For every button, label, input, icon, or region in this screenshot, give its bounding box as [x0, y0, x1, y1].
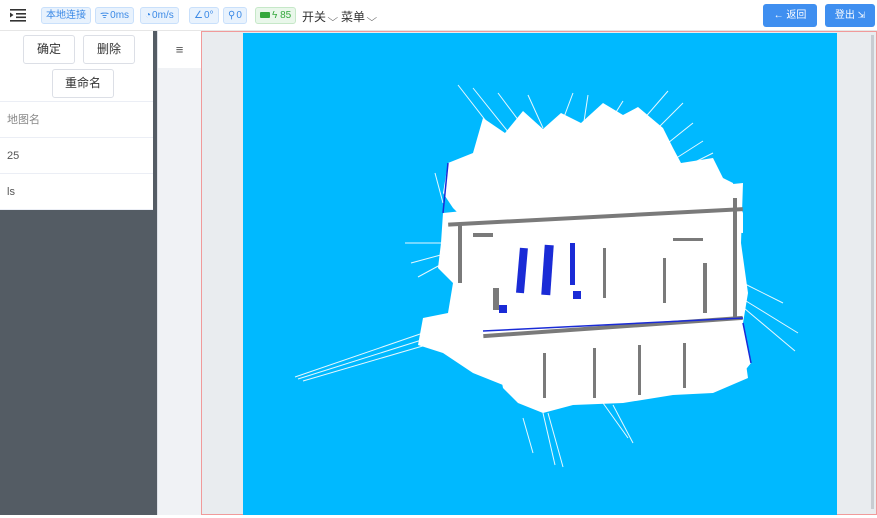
chevron-down-icon: ⌵ — [327, 13, 339, 24]
delete-button[interactable]: 删除 — [83, 35, 135, 64]
location-pin-icon: ⚲ — [228, 10, 236, 21]
panel-splitter: ≡ — [157, 31, 201, 515]
table-row[interactable]: ls — [0, 174, 153, 210]
chevron-down-icon: ⌵ — [366, 13, 378, 24]
rename-button[interactable]: 重命名 — [52, 69, 114, 98]
location-badge: ⚲0 — [223, 7, 247, 24]
battery-icon — [260, 12, 270, 19]
menu-indent-icon[interactable] — [10, 8, 26, 22]
map-action-buttons: 确定 删除 重命名 — [0, 31, 153, 101]
table-row[interactable]: 25 — [0, 138, 153, 174]
map-canvas[interactable] — [243, 33, 837, 515]
map-viewport[interactable] — [201, 31, 877, 515]
confirm-button[interactable]: 确定 — [23, 35, 75, 64]
speed-badge: ◔0m/s — [140, 7, 179, 24]
wifi-icon: ᯤ — [100, 10, 110, 21]
map-management-panel: 确定 删除 重命名 地图名 25 ls — [0, 31, 157, 515]
speedometer-icon: ◔ — [145, 10, 152, 21]
vertical-scrollbar[interactable] — [871, 35, 874, 509]
table-header: 地图名 — [0, 102, 153, 138]
battery-badge: ϟ 85 — [255, 7, 297, 24]
top-toolbar: 本地连接 ᯤ0ms ◔0m/s ∠0° ⚲0 ϟ 85 开关⌵ 菜单⌵ ← 返回… — [0, 0, 877, 31]
logout-icon: ⇲ — [857, 10, 866, 20]
map-list-table: 地图名 25 ls — [0, 101, 153, 210]
back-button[interactable]: ← 返回 — [763, 4, 817, 27]
arrow-left-icon: ← — [773, 10, 784, 21]
angle-badge: ∠0° — [189, 7, 219, 24]
occupancy-map — [294, 84, 799, 468]
menu-dropdown[interactable]: 菜单⌵ — [341, 8, 378, 25]
hamburger-menu-icon[interactable]: ≡ — [158, 31, 201, 68]
logout-button[interactable]: 登出 ⇲ — [825, 4, 875, 27]
charging-bolt-icon: ϟ — [272, 10, 278, 21]
latency-badge: ᯤ0ms — [95, 7, 135, 24]
switch-dropdown[interactable]: 开关⌵ — [302, 8, 339, 25]
connection-status-badge: 本地连接 — [41, 7, 91, 24]
angle-icon: ∠ — [194, 10, 203, 21]
